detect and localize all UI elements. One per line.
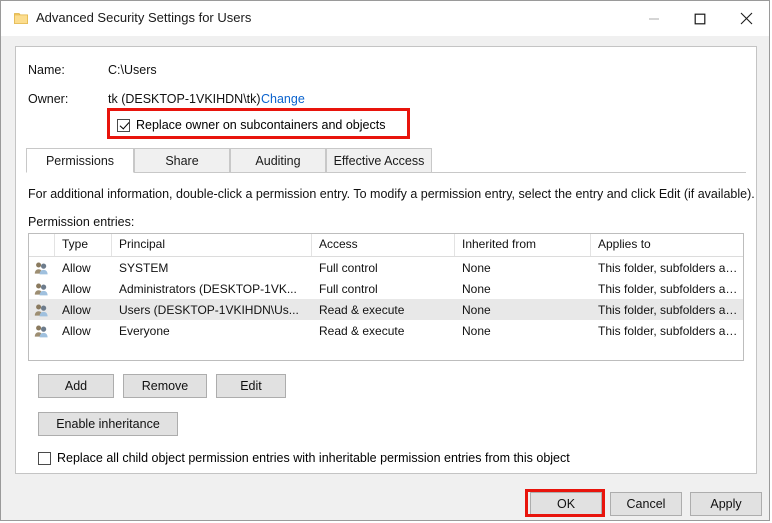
checkbox-unchecked-icon[interactable] — [38, 451, 51, 465]
close-icon[interactable] — [723, 1, 769, 36]
cell-type: Allow — [62, 302, 91, 317]
window-title: Advanced Security Settings for Users — [36, 10, 252, 25]
remove-button[interactable]: Remove — [123, 374, 207, 398]
change-owner-link[interactable]: Change — [261, 92, 305, 106]
tab-auditing-label: Auditing — [255, 154, 301, 168]
cell-principal: Users (DESKTOP-1VKIHDN\Us... — [119, 302, 299, 317]
cell-inherited-from: None — [462, 323, 491, 338]
tab-underline — [26, 172, 746, 173]
table-row[interactable]: Allow SYSTEM Full control None This fold… — [29, 257, 743, 278]
column-header-applies-to[interactable]: Applies to — [591, 234, 742, 256]
replace-child-permissions-checkbox[interactable]: Replace all child object permission entr… — [38, 451, 570, 465]
tab-permissions[interactable]: Permissions — [26, 148, 134, 173]
name-label: Name: — [28, 63, 65, 77]
cell-access: Full control — [319, 281, 378, 296]
edit-button[interactable]: Edit — [216, 374, 286, 398]
folder-icon — [14, 11, 28, 25]
ok-button[interactable]: OK — [530, 492, 602, 516]
replace-owner-label: Replace owner on subcontainers and objec… — [136, 118, 386, 132]
title-bar: Advanced Security Settings for Users — [1, 1, 769, 36]
tab-effective-access[interactable]: Effective Access — [326, 148, 432, 173]
cell-principal: SYSTEM — [119, 260, 169, 275]
tab-permissions-label: Permissions — [45, 154, 115, 168]
cell-access: Read & execute — [319, 323, 405, 338]
cell-access: Full control — [319, 260, 378, 275]
table-header-row: Type Principal Access Inherited from App… — [29, 234, 743, 257]
checkbox-checked-icon[interactable] — [117, 118, 130, 132]
tab-effective-access-label: Effective Access — [333, 154, 425, 168]
cancel-button[interactable]: Cancel — [610, 492, 682, 516]
apply-button[interactable]: Apply — [690, 492, 762, 516]
cell-type: Allow — [62, 260, 91, 275]
replace-owner-checkbox[interactable]: Replace owner on subcontainers and objec… — [117, 118, 385, 132]
window-controls — [631, 1, 769, 36]
column-header-type[interactable]: Type — [55, 234, 112, 256]
users-group-icon — [29, 282, 55, 296]
users-group-icon — [29, 261, 55, 275]
cell-inherited-from: None — [462, 281, 491, 296]
advanced-security-settings-dialog: Advanced Security Settings for Users Nam… — [0, 0, 770, 521]
users-group-icon — [29, 303, 55, 317]
cell-access: Read & execute — [319, 302, 405, 317]
tab-auditing[interactable]: Auditing — [230, 148, 326, 173]
enable-inheritance-button[interactable]: Enable inheritance — [38, 412, 178, 436]
cell-applies-to: This folder, subfolders and files — [598, 323, 742, 338]
cell-inherited-from: None — [462, 260, 491, 275]
maximize-icon[interactable] — [677, 1, 723, 36]
tab-share-label: Share — [165, 154, 199, 168]
tab-strip: Permissions Share Auditing Effective Acc… — [26, 148, 746, 173]
column-header-inherited-from[interactable]: Inherited from — [455, 234, 591, 256]
owner-value: tk (DESKTOP-1VKIHDN\tk) — [108, 92, 261, 106]
table-row[interactable]: Allow Users (DESKTOP-1VKIHDN\Us... Read … — [29, 299, 743, 320]
owner-label: Owner: — [28, 92, 69, 106]
table-row[interactable]: Allow Administrators (DESKTOP-1VK... Ful… — [29, 278, 743, 299]
name-value: C:\Users — [108, 63, 157, 77]
cell-principal: Everyone — [119, 323, 170, 338]
column-header-principal[interactable]: Principal — [112, 234, 312, 256]
table-row[interactable]: Allow Everyone Read & execute None This … — [29, 320, 743, 341]
tab-share[interactable]: Share — [134, 148, 230, 173]
users-group-icon — [29, 324, 55, 338]
replace-child-permissions-label: Replace all child object permission entr… — [57, 451, 570, 465]
cell-principal: Administrators (DESKTOP-1VK... — [119, 281, 297, 296]
info-text: For additional information, double-click… — [28, 187, 755, 201]
permission-entries-label: Permission entries: — [28, 215, 135, 229]
cell-type: Allow — [62, 323, 91, 338]
cell-applies-to: This folder, subfolders and files — [598, 260, 742, 275]
add-button[interactable]: Add — [38, 374, 114, 398]
column-header-icon[interactable] — [29, 234, 55, 256]
cell-applies-to: This folder, subfolders and files — [598, 302, 742, 317]
permission-entries-table[interactable]: Type Principal Access Inherited from App… — [28, 233, 744, 361]
dialog-content-panel: Name: C:\Users Owner: tk (DESKTOP-1VKIHD… — [15, 46, 757, 474]
cell-type: Allow — [62, 281, 91, 296]
minimize-icon[interactable] — [631, 1, 677, 36]
column-header-access[interactable]: Access — [312, 234, 455, 256]
cell-applies-to: This folder, subfolders and files — [598, 281, 742, 296]
cell-inherited-from: None — [462, 302, 491, 317]
